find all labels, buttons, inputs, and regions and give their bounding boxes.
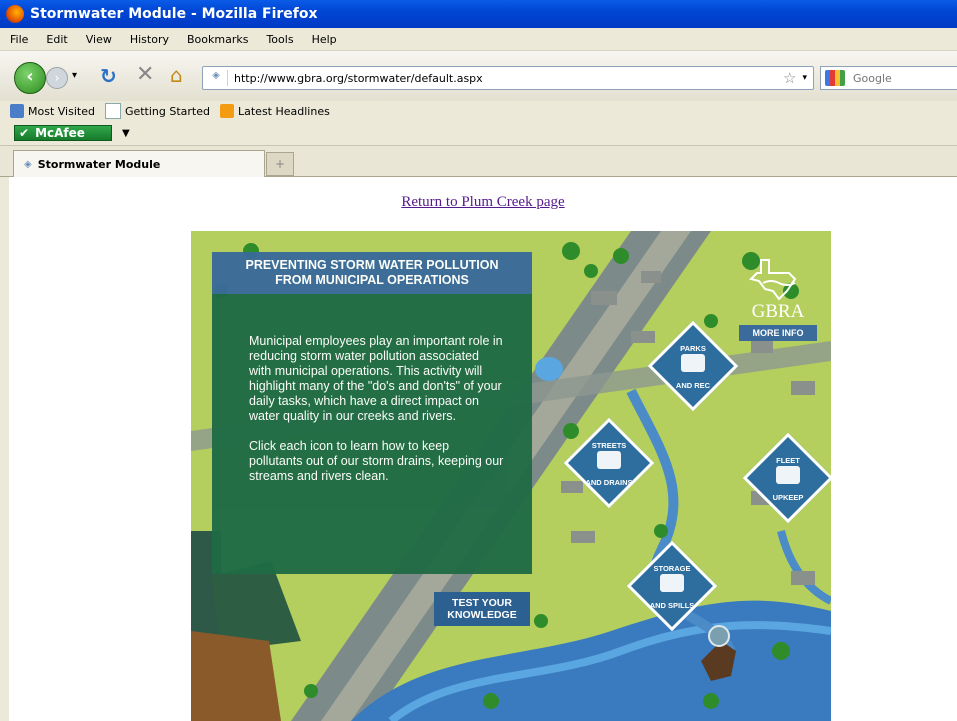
bookmark-latest-headlines[interactable]: Latest Headlines [220,104,330,118]
bookmark-most-visited[interactable]: Most Visited [10,104,95,118]
google-icon[interactable] [825,70,845,86]
storm-drain-icon [597,451,621,469]
history-dropdown-icon[interactable]: ▾ [72,70,77,81]
texas-map-icon [749,259,797,301]
menu-bar: File Edit View History Bookmarks Tools H… [0,28,957,51]
home-icon[interactable]: ⌂ [170,63,183,87]
site-favicon-icon: ◈ [205,70,228,86]
navigation-toolbar: ‹ › ▾ ↻ ✕ ⌂ ◈ ☆ ▾ [0,51,957,102]
info-text: Municipal employees play an important ro… [249,334,504,484]
window-titlebar: Stormwater Module - Mozilla Firefox [0,0,957,28]
search-input[interactable] [851,70,945,86]
storage-and-spills-button[interactable]: STORAGE AND SPILLS [626,540,718,632]
forward-button[interactable]: › [46,67,68,89]
container-icon [660,574,684,592]
mcafee-button[interactable]: ✔ McAfee [14,125,112,141]
bookmark-getting-started[interactable]: Getting Started [104,103,210,119]
menu-view[interactable]: View [86,33,112,46]
mcafee-dropdown-icon[interactable]: ▼ [122,128,130,139]
more-info-button[interactable]: MORE INFO [739,325,817,341]
firefox-icon [6,5,24,23]
parks-and-rec-button[interactable]: PARKS AND REC [647,320,739,412]
stop-icon[interactable]: ✕ [136,62,154,87]
reload-icon[interactable]: ↻ [100,64,117,88]
menu-tools[interactable]: Tools [266,33,293,46]
menu-help[interactable]: Help [312,33,337,46]
info-paragraph-1: Municipal employees play an important ro… [249,334,503,423]
menu-edit[interactable]: Edit [46,33,67,46]
search-bar[interactable] [820,66,957,90]
menu-bookmarks[interactable]: Bookmarks [187,33,248,46]
info-paragraph-2: Click each icon to learn how to keep pol… [249,439,504,483]
truck-icon [776,466,800,484]
check-icon: ✔ [19,126,30,140]
stormwater-map: PREVENTING STORM WATER POLLUTION FROM MU… [191,231,831,721]
new-tab-button[interactable]: + [266,152,294,176]
bookmark-star-icon[interactable]: ☆ [783,69,796,87]
address-bar[interactable]: ◈ ☆ ▾ [202,66,814,90]
url-dropdown-icon[interactable]: ▾ [802,73,807,83]
info-panel: PREVENTING STORM WATER POLLUTION FROM MU… [212,252,532,574]
mower-icon [681,354,705,372]
streets-and-drains-button[interactable]: STREETS AND DRAINS [563,417,655,509]
menu-file[interactable]: File [10,33,28,46]
menu-history[interactable]: History [130,33,169,46]
tab-stormwater-module[interactable]: ◈ Stormwater Module [13,150,265,177]
page-content: Return to Plum Creek page PREVENTING STO… [0,177,957,721]
url-input[interactable] [232,70,784,86]
rss-icon [220,104,234,118]
tab-favicon-icon: ◈ [24,158,32,170]
back-button[interactable]: ‹ [14,62,46,94]
test-your-knowledge-button[interactable]: TEST YOUR KNOWLEDGE [434,592,530,626]
mcafee-toolbar: ✔ McAfee ▼ [0,121,957,146]
fleet-upkeep-button[interactable]: FLEET UPKEEP [742,432,831,524]
info-title: PREVENTING STORM WATER POLLUTION FROM MU… [212,252,532,294]
gbra-logo[interactable]: GBRA MORE INFO [739,255,817,343]
most-visited-icon [10,104,24,118]
page-icon [104,103,121,119]
window-title: Stormwater Module - Mozilla Firefox [30,6,318,22]
bookmarks-bar: Most Visited Getting Started Latest Head… [0,101,957,121]
return-link[interactable]: Return to Plum Creek page [9,194,957,211]
tab-strip: ◈ Stormwater Module + [0,146,957,177]
